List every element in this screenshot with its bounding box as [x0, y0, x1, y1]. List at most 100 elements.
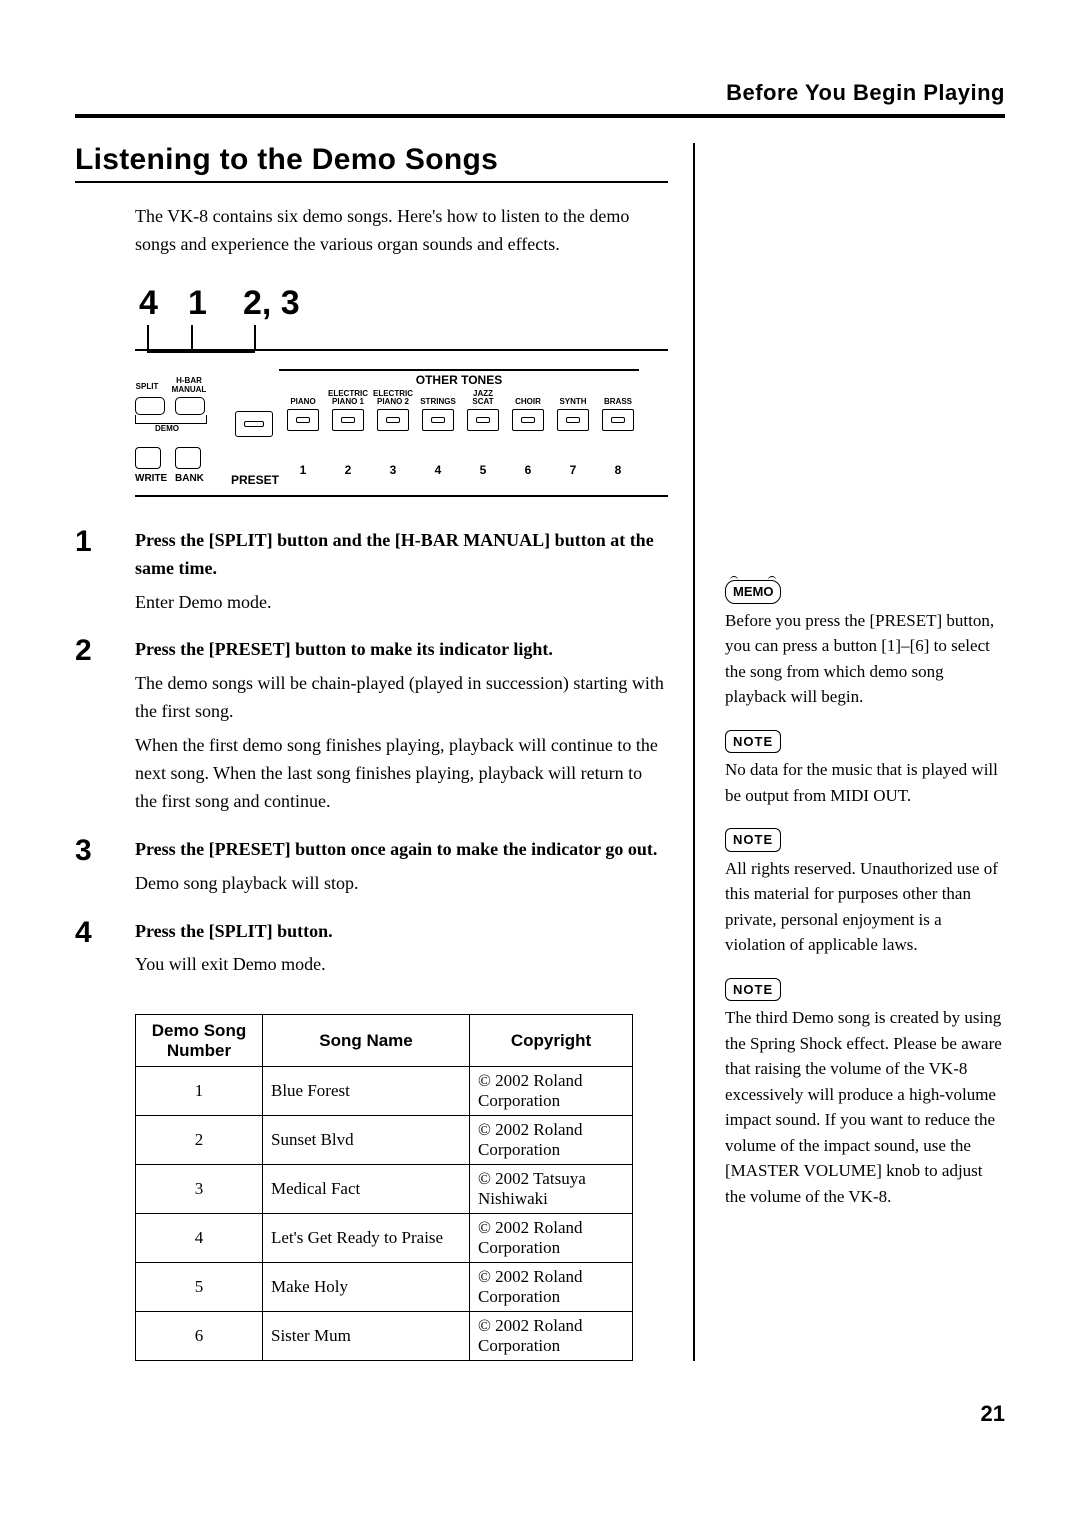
table-row: 6Sister Mum© 2002 Roland Corporation: [136, 1312, 633, 1361]
note-text-1: No data for the music that is played wil…: [725, 757, 1005, 808]
table-header: Song Name: [263, 1015, 470, 1067]
bank-button-icon: [175, 447, 201, 469]
tone-number: 3: [375, 463, 411, 477]
tone-number: 1: [285, 463, 321, 477]
tone-button-icon: [602, 409, 634, 431]
step: 4Press the [SPLIT] button. You will exit …: [75, 918, 668, 980]
note-badge: NOTE: [725, 978, 781, 1002]
table-cell: 5: [136, 1263, 263, 1312]
step: 3Press the [PRESET] button once again to…: [75, 836, 668, 898]
demo-label: DEMO: [155, 425, 179, 434]
step-lead: Press the [SPLIT] button and the [H-BAR …: [135, 527, 668, 583]
preset-label: PRESET: [231, 473, 279, 487]
table-row: 2Sunset Blvd© 2002 Roland Corporation: [136, 1116, 633, 1165]
table-row: 3Medical Fact© 2002 Tatsuya Nishiwaki: [136, 1165, 633, 1214]
header-rule: [75, 114, 1005, 118]
tone-label: CHOIR: [510, 389, 546, 407]
table-header: Copyright: [470, 1015, 633, 1067]
page-number: 21: [75, 1401, 1005, 1427]
tone-button-icon: [512, 409, 544, 431]
step-number: 2: [75, 636, 135, 815]
tone-cell: ELECTRIC PIANO 1 2: [330, 389, 366, 477]
tone-number: 6: [510, 463, 546, 477]
tone-number: 2: [330, 463, 366, 477]
table-cell: © 2002 Roland Corporation: [470, 1214, 633, 1263]
hbar-label: H-BAR MANUAL: [167, 377, 211, 395]
table-cell: © 2002 Roland Corporation: [470, 1263, 633, 1312]
step-text: Enter Demo mode.: [135, 589, 668, 617]
split-button-icon: [135, 397, 165, 415]
tone-cell: ELECTRIC PIANO 2 3: [375, 389, 411, 477]
tone-cell: STRINGS 4: [420, 389, 456, 477]
step-text: You will exit Demo mode.: [135, 951, 668, 979]
callout-4: 4: [139, 284, 183, 323]
step: 2Press the [PRESET] button to make its i…: [75, 636, 668, 815]
split-label: SPLIT: [131, 383, 163, 392]
tone-cell: BRASS 8: [600, 389, 636, 477]
callout-1: 1: [188, 284, 238, 323]
step-text: Demo song playback will stop.: [135, 870, 668, 898]
step-text: The demo songs will be chain-played (pla…: [135, 670, 668, 726]
tone-label: SYNTH: [555, 389, 591, 407]
table-header: Demo Song Number: [136, 1015, 263, 1067]
table-cell: © 2002 Roland Corporation: [470, 1116, 633, 1165]
hbar-button-icon: [175, 397, 205, 415]
table-cell: 3: [136, 1165, 263, 1214]
table-cell: Let's Get Ready to Praise: [263, 1214, 470, 1263]
tone-label: BRASS: [600, 389, 636, 407]
step-number: 1: [75, 527, 135, 617]
tone-label: PIANO: [285, 389, 321, 407]
tone-cell: CHOIR 6: [510, 389, 546, 477]
tone-number: 8: [600, 463, 636, 477]
table-cell: Medical Fact: [263, 1165, 470, 1214]
step-number: 4: [75, 918, 135, 980]
write-label: WRITE: [135, 473, 167, 484]
note-text-2: All rights reserved. Unauthorized use of…: [725, 856, 1005, 958]
tone-cell: PIANO 1: [285, 389, 321, 477]
memo-text: Before you press the [PRESET] button, yo…: [725, 608, 1005, 710]
other-tones-label: OTHER TONES: [279, 369, 639, 387]
tone-label: STRINGS: [420, 389, 456, 407]
preset-button-icon: [235, 411, 273, 437]
tone-cell: JAZZ SCAT 5: [465, 389, 501, 477]
step-number: 3: [75, 836, 135, 898]
write-button-icon: [135, 447, 161, 469]
step-lead: Press the [SPLIT] button.: [135, 918, 668, 946]
step-text: When the first demo song finishes playin…: [135, 732, 668, 816]
table-cell: 6: [136, 1312, 263, 1361]
tone-number: 4: [420, 463, 456, 477]
table-cell: © 2002 Roland Corporation: [470, 1312, 633, 1361]
tone-button-icon: [377, 409, 409, 431]
tone-label: JAZZ SCAT: [465, 389, 501, 407]
note-badge: NOTE: [725, 730, 781, 754]
table-cell: Make Holy: [263, 1263, 470, 1312]
tone-label: ELECTRIC PIANO 1: [330, 389, 366, 407]
table-cell: Sunset Blvd: [263, 1116, 470, 1165]
tone-cell: SYNTH 7: [555, 389, 591, 477]
table-row: 4Let's Get Ready to Praise© 2002 Roland …: [136, 1214, 633, 1263]
tone-button-icon: [287, 409, 319, 431]
table-cell: Sister Mum: [263, 1312, 470, 1361]
step-lead: Press the [PRESET] button once again to …: [135, 836, 668, 864]
demo-songs-table: Demo Song NumberSong NameCopyright 1Blue…: [135, 1014, 633, 1361]
memo-badge: MEMO: [725, 580, 781, 604]
table-cell: Blue Forest: [263, 1067, 470, 1116]
step-lead: Press the [PRESET] button to make its in…: [135, 636, 668, 664]
step: 1Press the [SPLIT] button and the [H-BAR…: [75, 527, 668, 617]
table-cell: © 2002 Roland Corporation: [470, 1067, 633, 1116]
tone-number: 5: [465, 463, 501, 477]
note-badge: NOTE: [725, 828, 781, 852]
panel-diagram: 4 1 2, 3 SPLIT H-BAR MANUAL DEMO: [135, 284, 668, 497]
running-header: Before You Begin Playing: [75, 80, 1005, 106]
tone-number: 7: [555, 463, 591, 477]
callout-2-3: 2, 3: [243, 284, 300, 323]
tone-label: ELECTRIC PIANO 2: [375, 389, 411, 407]
note-text-3: The third Demo song is created by using …: [725, 1005, 1005, 1209]
tone-button-icon: [467, 409, 499, 431]
intro-text: The VK-8 contains six demo songs. Here's…: [135, 203, 668, 259]
tone-button-icon: [422, 409, 454, 431]
tone-button-icon: [557, 409, 589, 431]
table-cell: 2: [136, 1116, 263, 1165]
table-row: 5Make Holy© 2002 Roland Corporation: [136, 1263, 633, 1312]
tone-button-icon: [332, 409, 364, 431]
